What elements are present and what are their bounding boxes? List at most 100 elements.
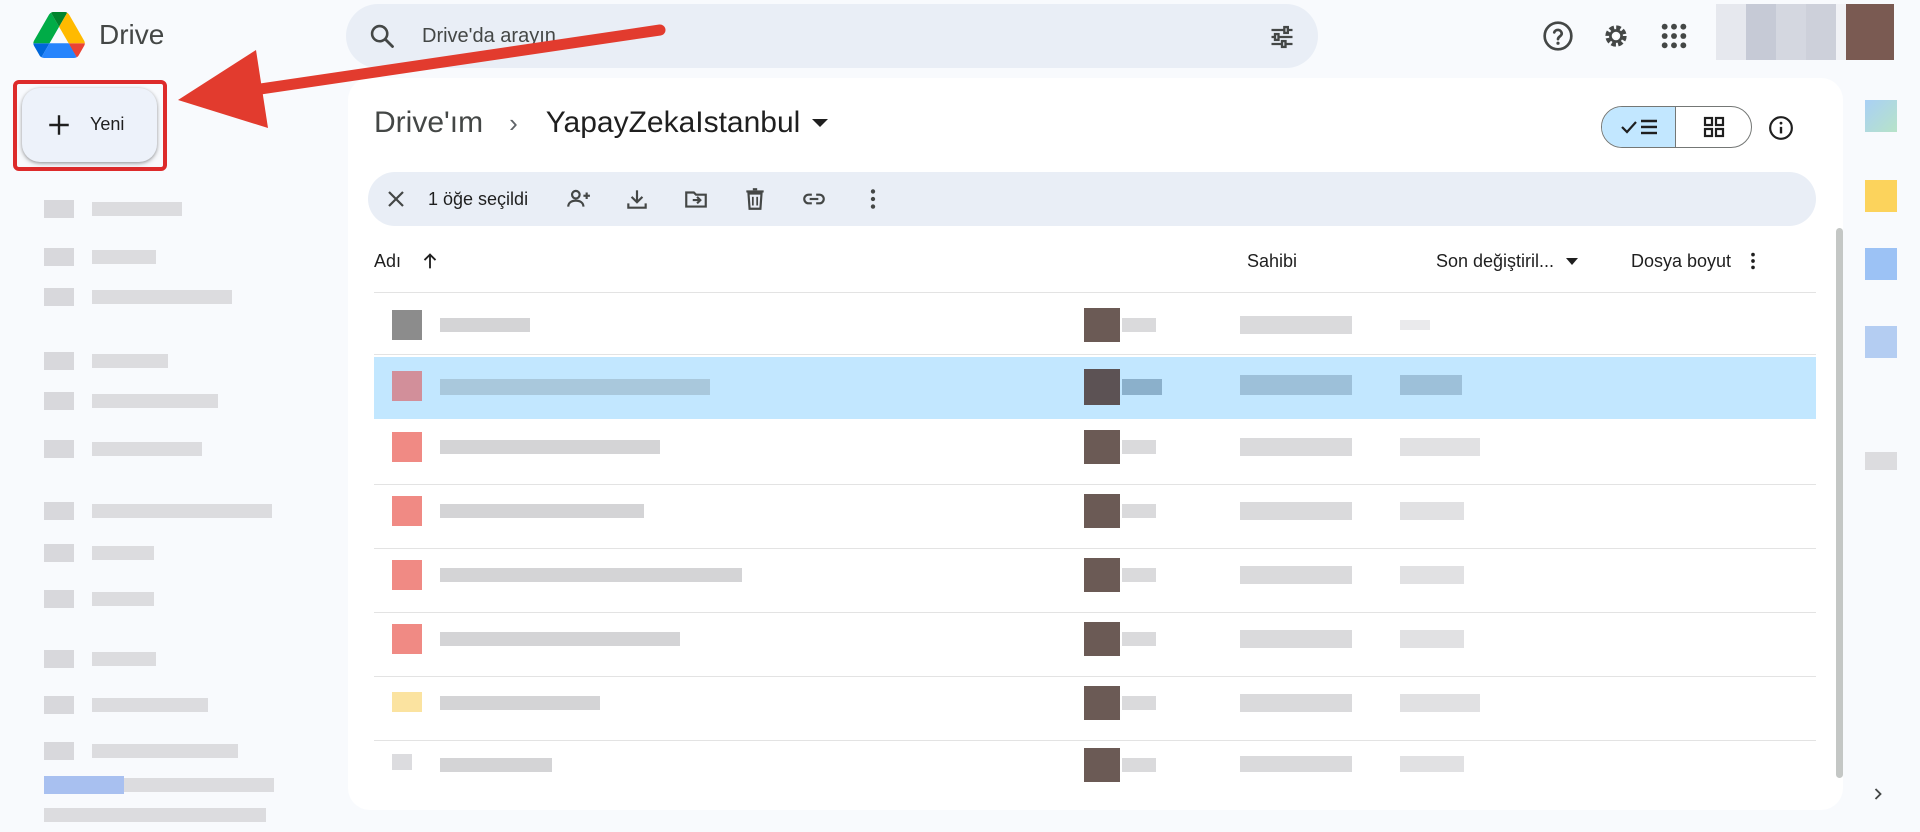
table-row[interactable]: [374, 422, 1816, 484]
owner-name: [1122, 318, 1156, 332]
download-icon[interactable]: [624, 186, 650, 212]
table-row[interactable]: [374, 550, 1816, 612]
sidebar-item-icon: [44, 696, 74, 714]
search-options-icon[interactable]: [1268, 23, 1296, 51]
account-area[interactable]: [1716, 4, 1894, 60]
file-name: [440, 696, 600, 710]
breadcrumb-root[interactable]: Drive'ım: [374, 106, 483, 140]
column-name[interactable]: Adı: [374, 246, 441, 276]
sidebar-item-label: [92, 504, 272, 518]
storage-remaining: [124, 778, 274, 792]
contacts-addon-icon[interactable]: [1865, 326, 1897, 358]
chevron-down-icon[interactable]: [812, 119, 829, 127]
file-size: [1400, 438, 1480, 456]
list-view-button[interactable]: [1602, 107, 1676, 147]
link-icon[interactable]: [801, 186, 827, 212]
more-vert-icon[interactable]: [860, 186, 886, 212]
chevron-right-icon[interactable]: [1868, 784, 1888, 804]
move-to-folder-icon[interactable]: [683, 186, 709, 212]
blurred-block: [1716, 4, 1746, 60]
modified-date: [1240, 502, 1352, 520]
file-icon: [392, 624, 422, 654]
file-size: [1400, 566, 1464, 584]
file-size: [1400, 694, 1480, 712]
app-name: Drive: [99, 19, 165, 50]
row-divider: [374, 676, 1816, 677]
view-toggle[interactable]: [1601, 106, 1752, 148]
column-owner[interactable]: Sahibi: [1247, 246, 1297, 276]
owner-name: [1122, 632, 1156, 646]
sidebar-item-label: [92, 394, 218, 408]
owner-avatar: [1084, 558, 1120, 592]
check-list-icon: [1620, 119, 1657, 135]
apps-grid-icon[interactable]: [1658, 20, 1690, 52]
new-button[interactable]: Yeni: [22, 88, 157, 162]
sidebar-item-label: [92, 652, 156, 666]
addon-icon[interactable]: [1865, 452, 1897, 470]
sidebar-item-label: [92, 698, 208, 712]
blurred-block: [1776, 4, 1806, 60]
more-vert-icon[interactable]: [1742, 250, 1764, 272]
owner-name: [1122, 696, 1156, 710]
drive-logo[interactable]: Drive: [33, 12, 164, 58]
modified-date: [1240, 438, 1352, 456]
table-row[interactable]: [374, 486, 1816, 548]
owner-avatar: [1084, 748, 1120, 782]
sidebar-item-icon: [44, 440, 74, 458]
breadcrumb-separator: ›: [509, 107, 518, 138]
tasks-addon-icon[interactable]: [1865, 248, 1897, 280]
sidebar-item-icon: [44, 352, 74, 370]
file-size: [1400, 502, 1464, 520]
close-icon[interactable]: [384, 187, 408, 211]
table-row[interactable]: [374, 614, 1816, 676]
modified-date: [1240, 694, 1352, 712]
avatar[interactable]: [1846, 4, 1894, 60]
row-divider: [374, 292, 1816, 293]
grid-view-button[interactable]: [1676, 107, 1751, 147]
row-divider: [374, 548, 1816, 549]
table-row[interactable]: [374, 300, 1816, 362]
sidebar-item-label: [92, 442, 202, 456]
drive-logo-icon: [33, 12, 85, 58]
owner-avatar: [1084, 622, 1120, 656]
sidebar-item-icon: [44, 742, 74, 760]
help-icon[interactable]: [1542, 20, 1574, 52]
modified-date: [1240, 316, 1352, 334]
search-input[interactable]: [422, 20, 1222, 52]
info-icon[interactable]: [1768, 115, 1794, 141]
owner-name: [1122, 379, 1162, 395]
search-bar[interactable]: [346, 4, 1318, 68]
column-size[interactable]: Dosya boyut: [1631, 246, 1731, 276]
file-size: [1400, 320, 1430, 330]
keep-addon-icon[interactable]: [1865, 180, 1897, 212]
settings-icon[interactable]: [1600, 20, 1632, 52]
owner-avatar: [1084, 494, 1120, 528]
file-icon: [392, 692, 422, 712]
file-name: [440, 632, 680, 646]
file-name: [440, 568, 742, 582]
file-name: [440, 440, 660, 454]
sidebar-item-icon: [44, 502, 74, 520]
column-size-label: Dosya boyut: [1631, 250, 1732, 271]
file-icon: [392, 754, 412, 770]
breadcrumb-current[interactable]: YapayZekaIstanbul: [546, 106, 801, 140]
trash-icon[interactable]: [742, 186, 768, 212]
sort-ascending-icon[interactable]: [419, 250, 441, 272]
scrollbar[interactable]: [1836, 228, 1843, 778]
plus-icon: [49, 115, 69, 135]
sidebar-item-icon: [44, 200, 74, 218]
table-row-selected[interactable]: [374, 357, 1816, 419]
file-name: [440, 379, 710, 395]
calendar-addon-icon[interactable]: [1865, 100, 1897, 132]
file-name: [440, 504, 644, 518]
owner-name: [1122, 758, 1156, 772]
search-icon[interactable]: [368, 22, 396, 50]
table-row[interactable]: [374, 678, 1816, 740]
row-divider: [374, 612, 1816, 613]
column-name-label: Adı: [374, 250, 402, 271]
column-modified[interactable]: Son değiştiril...: [1436, 246, 1579, 276]
share-icon[interactable]: [565, 186, 591, 212]
modified-date: [1240, 756, 1352, 772]
table-row[interactable]: [374, 742, 1816, 804]
chevron-down-icon[interactable]: [1566, 257, 1579, 265]
